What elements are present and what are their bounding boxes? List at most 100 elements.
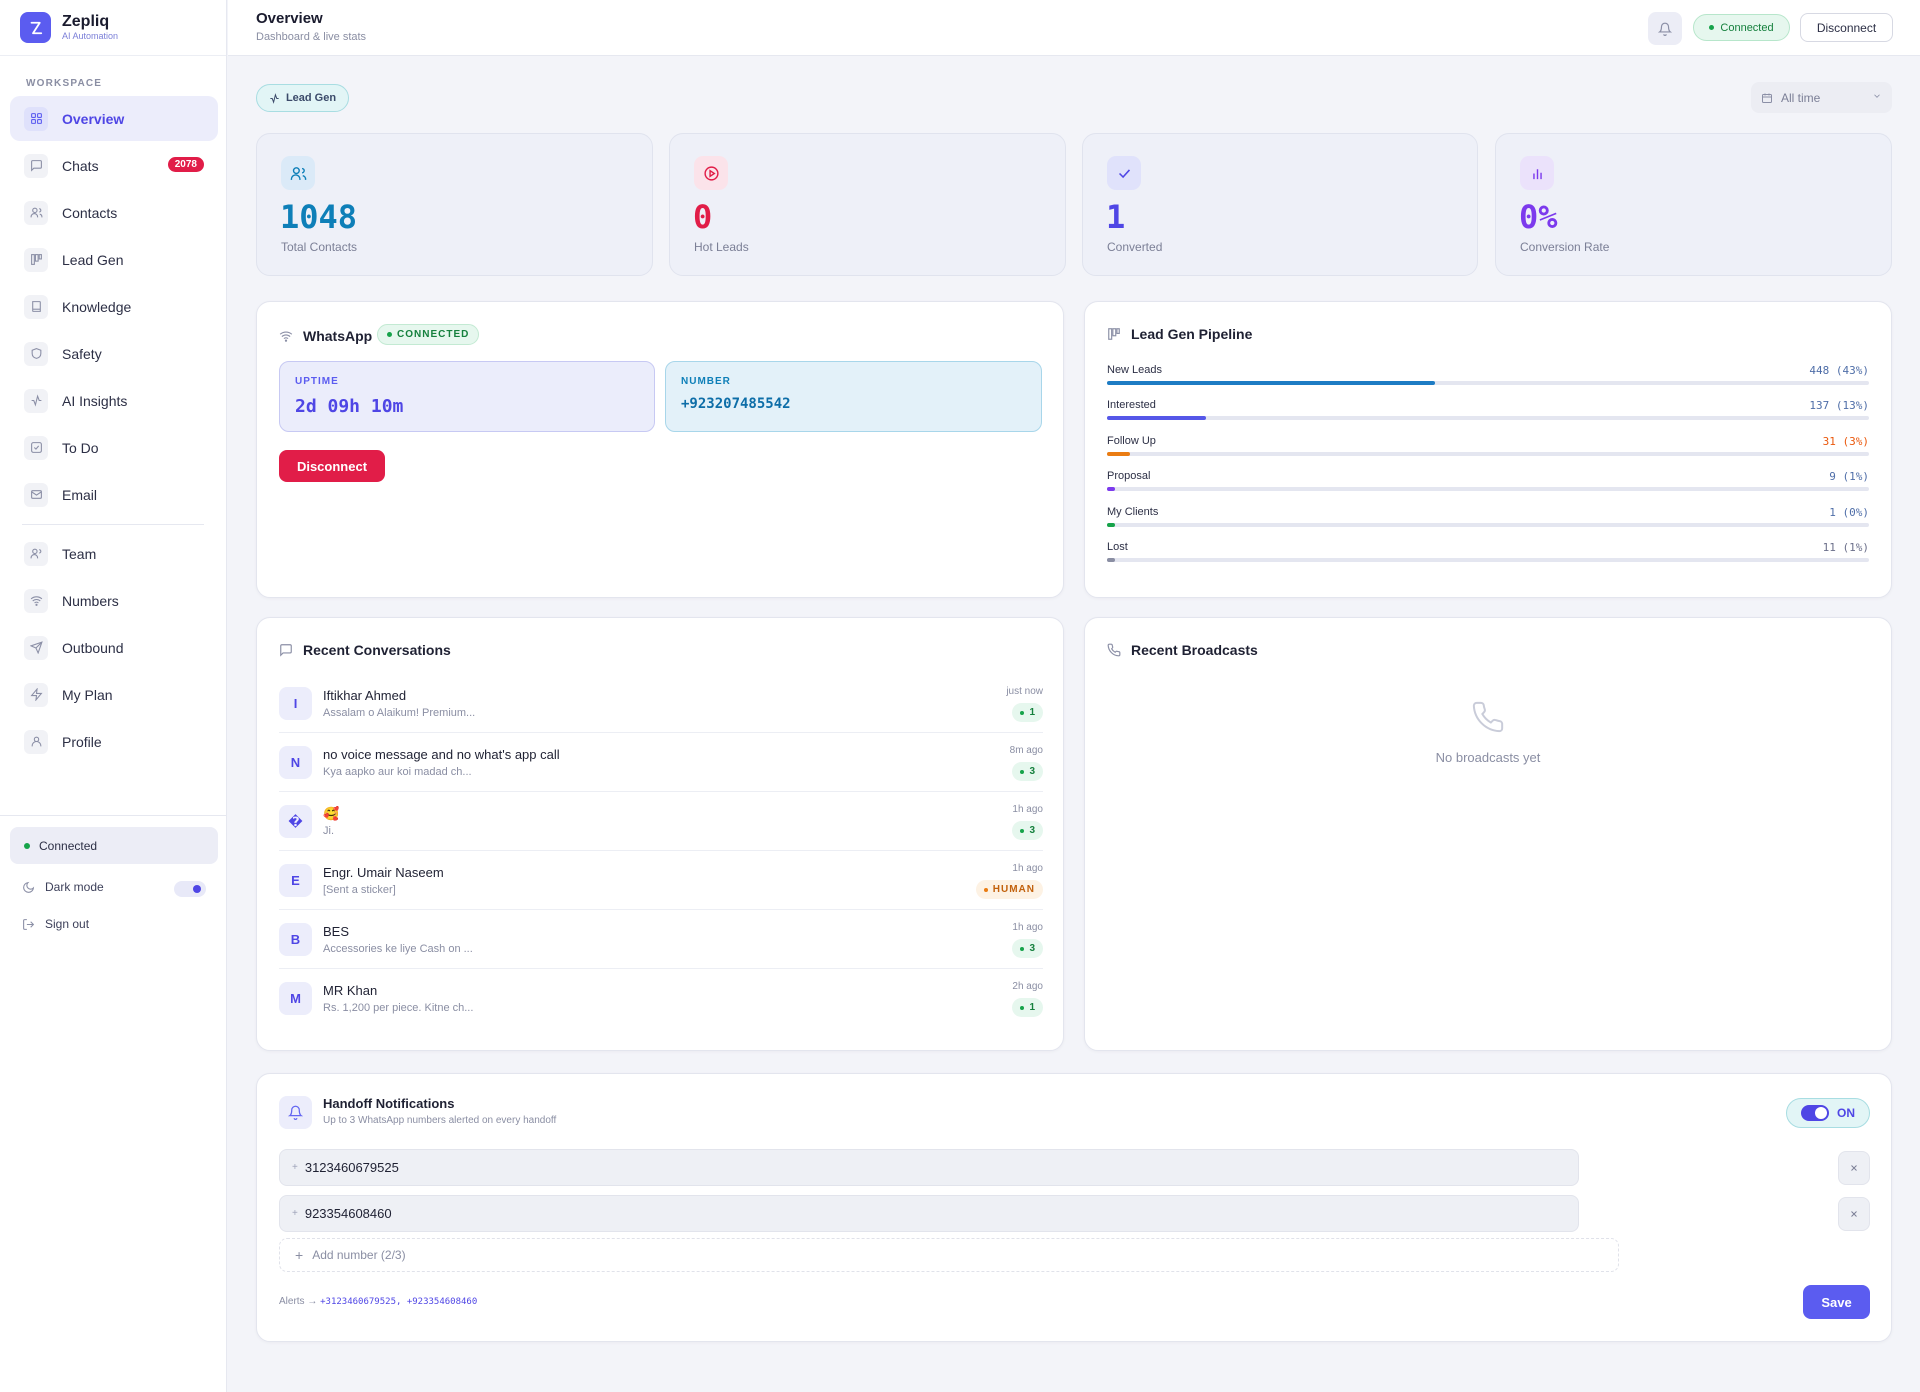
alerts-prefix: Alerts → bbox=[279, 1296, 318, 1307]
sidebar-footer-divider bbox=[0, 815, 227, 816]
sidebar-item-email[interactable]: Email bbox=[10, 472, 218, 517]
conversation-preview: Accessories ke liye Cash on ... bbox=[323, 943, 473, 955]
conversation-row[interactable]: N no voice message and no what's app cal… bbox=[279, 734, 1043, 792]
remove-number-button[interactable] bbox=[1838, 1151, 1870, 1185]
activity-icon bbox=[270, 92, 279, 104]
kanban-icon bbox=[1107, 327, 1121, 341]
remove-number-button[interactable] bbox=[1838, 1197, 1870, 1231]
plus-prefix-icon: + bbox=[292, 1208, 298, 1219]
dark-mode-label: Dark mode bbox=[45, 880, 104, 894]
conversation-row[interactable]: M MR Khan Rs. 1,200 per piece. Kitne ch.… bbox=[279, 970, 1043, 1028]
pipeline-stage-row: Proposal 9 (1%) bbox=[1107, 470, 1869, 500]
add-number-button[interactable]: + Add number (2/3) bbox=[279, 1238, 1619, 1272]
sidebar-item-knowledge[interactable]: Knowledge bbox=[10, 284, 218, 329]
sidebar-item-outbound[interactable]: Outbound bbox=[10, 625, 218, 670]
brand[interactable]: Zepliq AI Automation bbox=[0, 0, 226, 56]
brand-name: Zepliq bbox=[62, 13, 110, 30]
sidebar-item-safety[interactable]: Safety bbox=[10, 331, 218, 376]
sidebar-item-to-do[interactable]: To Do bbox=[10, 425, 218, 470]
alerts-summary: Alerts → +3123460679525, +923354608460 bbox=[279, 1296, 477, 1307]
sign-out-label: Sign out bbox=[45, 917, 90, 931]
sidebar-item-contacts[interactable]: Contacts bbox=[10, 190, 218, 235]
brand-subtitle: AI Automation bbox=[62, 31, 119, 41]
stage-fill-bar bbox=[1107, 558, 1115, 562]
sidebar-item-chats[interactable]: Chats 2078 bbox=[10, 143, 218, 188]
conversation-preview: Ji. bbox=[323, 825, 334, 837]
unread-count-badge: 3 bbox=[1012, 762, 1043, 781]
avatar: I bbox=[279, 687, 312, 720]
handoff-toggle[interactable]: ON bbox=[1786, 1098, 1870, 1128]
dark-mode-toggle[interactable] bbox=[174, 881, 206, 897]
sidebar-item-profile[interactable]: Profile bbox=[10, 719, 218, 764]
check-icon bbox=[1107, 156, 1141, 190]
conversation-time: 8m ago bbox=[1009, 745, 1043, 756]
bell-icon bbox=[1658, 22, 1672, 36]
sidebar-item-team[interactable]: Team bbox=[10, 531, 218, 576]
sidebar-item-label: AI Insights bbox=[62, 392, 128, 409]
close-icon bbox=[1849, 1209, 1859, 1219]
team-icon bbox=[24, 541, 48, 566]
save-button[interactable]: Save bbox=[1803, 1285, 1870, 1319]
sidebar-status-label: Connected bbox=[39, 838, 98, 853]
stat-label: Converted bbox=[1107, 240, 1163, 254]
status-dot-icon bbox=[1709, 25, 1715, 30]
wifi-icon bbox=[279, 329, 293, 343]
whatsapp-disconnect-button[interactable]: Disconnect bbox=[279, 450, 385, 482]
conversation-time: just now bbox=[1006, 686, 1043, 697]
mail-icon bbox=[24, 482, 48, 507]
phone-empty-icon bbox=[1085, 700, 1891, 734]
stage-value: 31 (3%) bbox=[1822, 435, 1869, 448]
stage-value: 11 (1%) bbox=[1822, 541, 1869, 554]
handoff-number-value: 923354608460 bbox=[304, 1206, 392, 1221]
stage-fill-bar bbox=[1107, 452, 1130, 456]
header-disconnect-button[interactable]: Disconnect bbox=[1800, 13, 1893, 42]
human-handoff-badge: HUMAN bbox=[975, 880, 1043, 899]
sidebar-item-overview[interactable]: Overview bbox=[10, 96, 218, 141]
pipeline-card-title: Lead Gen Pipeline bbox=[1107, 326, 1252, 342]
toggle-knob bbox=[1815, 1107, 1827, 1119]
status-dot-icon bbox=[387, 332, 392, 337]
notifications-button[interactable] bbox=[1648, 12, 1682, 45]
conversation-row[interactable]: I Iftikhar Ahmed Assalam o Alaikum! Prem… bbox=[279, 675, 1043, 733]
users-icon bbox=[281, 156, 315, 190]
conversation-row[interactable]: B BES Accessories ke liye Cash on ... 1h… bbox=[279, 911, 1043, 969]
connection-status-pill: Connected bbox=[1693, 14, 1790, 41]
lead-gen-filter-chip[interactable]: Lead Gen bbox=[256, 84, 349, 112]
sidebar-item-lead-gen[interactable]: Lead Gen bbox=[10, 237, 218, 282]
conversation-row[interactable]: E Engr. Umair Naseem [Sent a sticker] 1h… bbox=[279, 852, 1043, 910]
grid-icon bbox=[24, 106, 48, 131]
calendar-icon bbox=[1761, 92, 1773, 104]
sidebar-item-label: Numbers bbox=[62, 592, 119, 609]
sidebar-item-my-plan[interactable]: My Plan bbox=[10, 672, 218, 717]
handoff-number-field[interactable]: + 923354608460 bbox=[279, 1195, 1579, 1232]
stat-value: 0% bbox=[1519, 198, 1558, 236]
shield-icon bbox=[24, 341, 48, 366]
sidebar-item-ai-insights[interactable]: AI Insights bbox=[10, 378, 218, 423]
conversation-time: 1h ago bbox=[1012, 922, 1043, 933]
conversations-card-title: Recent Conversations bbox=[279, 642, 451, 658]
avatar: � bbox=[279, 805, 312, 838]
stage-track bbox=[1107, 487, 1869, 491]
handoff-number-field[interactable]: + 3123460679525 bbox=[279, 1149, 1579, 1186]
users-icon bbox=[24, 200, 48, 225]
conversation-row[interactable]: � 🥰 Ji. 1h ago 3 bbox=[279, 793, 1043, 851]
dark-mode-row[interactable]: Dark mode bbox=[22, 880, 104, 894]
unread-count-badge: 1 bbox=[1012, 998, 1043, 1017]
status-dot-icon bbox=[24, 842, 30, 849]
stat-card-conversion-rate: 0% Conversion Rate bbox=[1495, 133, 1892, 276]
kanban-icon bbox=[24, 247, 48, 272]
number-label: NUMBER bbox=[681, 376, 731, 387]
sidebar-item-label: Team bbox=[62, 545, 97, 562]
uptime-value: 2d 09h 10m bbox=[295, 396, 404, 417]
stat-value: 1048 bbox=[280, 198, 358, 236]
toggle-switch bbox=[1801, 1105, 1829, 1121]
sign-out-link[interactable]: Sign out bbox=[22, 917, 89, 931]
date-range-select[interactable]: All time bbox=[1751, 82, 1892, 113]
stat-value: 1 bbox=[1106, 198, 1126, 236]
stage-name: New Leads bbox=[1107, 364, 1163, 376]
page-subtitle: Dashboard & live stats bbox=[256, 31, 367, 43]
sidebar-item-label: Contacts bbox=[62, 204, 118, 221]
sidebar-item-numbers[interactable]: Numbers bbox=[10, 578, 218, 623]
logout-icon bbox=[22, 918, 35, 931]
avatar: B bbox=[279, 923, 312, 956]
